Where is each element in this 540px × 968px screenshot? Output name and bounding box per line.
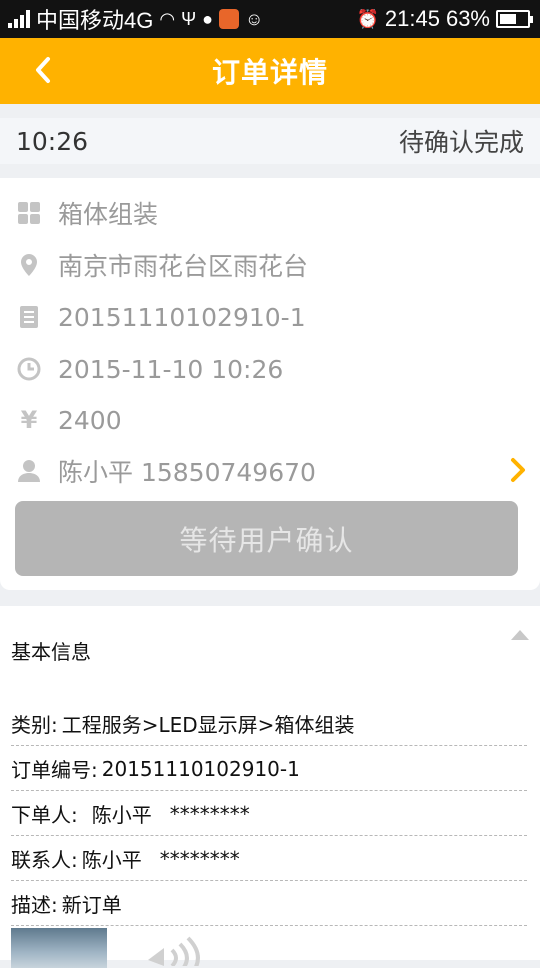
clock-icon — [16, 356, 42, 382]
info-label: 订单编号: — [11, 758, 98, 782]
status-bar: 中国移动4G ◠ Ψ ● ☺ ⏰ 21:45 63% — [0, 0, 540, 38]
app-notification-icon — [219, 9, 239, 29]
contact-row[interactable]: 陈小平 15850749670 — [0, 451, 540, 491]
info-value: 陈小平 — [91, 803, 152, 827]
info-row-description: 描述: 新订单 — [11, 882, 527, 926]
grid-icon — [16, 200, 42, 226]
collapse-arrow-icon[interactable] — [510, 628, 530, 642]
info-row-order-number: 订单编号: 20151110102910-1 — [11, 747, 527, 791]
order-number-text: 20151110102910-1 — [58, 302, 306, 332]
location-pin-icon — [16, 252, 42, 278]
datetime-row: 2015-11-10 10:26 — [0, 349, 540, 389]
address-text: 南京市雨花台区雨花台 — [58, 252, 309, 281]
status-bar-left: 中国移动4G ◠ Ψ ● ☺ — [8, 3, 263, 35]
info-row-contact: 联系人: 陈小平 ******** — [11, 837, 527, 881]
category-text: 箱体组装 — [58, 200, 159, 229]
info-value: 20151110102910-1 — [101, 756, 300, 781]
info-value: 陈小平 — [81, 848, 142, 872]
signal-icon — [8, 10, 30, 28]
address-row: 南京市雨花台区雨花台 — [0, 245, 540, 285]
info-label: 联系人: — [11, 848, 78, 872]
battery-percent: 63% — [445, 6, 490, 31]
battery-icon — [496, 10, 533, 28]
alarm-icon: ⏰ — [356, 9, 379, 29]
order-summary-card: 箱体组装 南京市雨花台区雨花台 20151110102910-1 2015-11… — [0, 178, 540, 590]
info-label: 描述: — [11, 893, 58, 917]
carrier-label: 中国移动4G — [36, 8, 154, 33]
info-label: 类别: — [11, 713, 58, 737]
category-row: 箱体组装 — [0, 193, 540, 233]
order-status: 待确认完成 — [398, 128, 524, 157]
info-row-orderer: 下单人: 陈小平 ******** — [11, 792, 527, 836]
info-value: 新订单 — [61, 893, 122, 917]
title-bar: 订单详情 — [0, 38, 540, 104]
info-masked-phone[interactable]: ******** — [160, 847, 240, 871]
price-row: ¥ 2400 — [0, 400, 540, 440]
attachment-image[interactable] — [11, 928, 107, 968]
order-status-strip: 10:26 待确认完成 — [0, 118, 540, 164]
document-icon — [16, 304, 42, 330]
price-text: 2400 — [58, 405, 122, 435]
clock: 21:45 — [384, 6, 440, 31]
order-time: 10:26 — [16, 126, 89, 156]
voice-message-icon[interactable] — [128, 936, 208, 966]
contact-text: 陈小平 15850749670 — [58, 458, 316, 487]
chat-icon: ☺ — [245, 9, 264, 29]
info-row-category: 类别: 工程服务>LED显示屏>箱体组装 — [11, 702, 527, 746]
person-icon — [16, 458, 42, 484]
info-label: 下单人: — [11, 803, 78, 827]
status-bar-right: ⏰ 21:45 63% — [356, 6, 533, 32]
datetime-text: 2015-11-10 10:26 — [58, 354, 284, 384]
basic-info-title: 基本信息 — [11, 640, 91, 664]
back-button[interactable] — [28, 52, 58, 88]
usb-icon: Ψ — [181, 9, 197, 29]
chevron-right-icon[interactable] — [510, 457, 526, 483]
order-number-row: 20151110102910-1 — [0, 297, 540, 337]
yen-icon: ¥ — [20, 406, 38, 434]
info-masked-phone[interactable]: ******** — [170, 802, 250, 826]
wifi-icon: ◠ — [159, 9, 176, 29]
cat-icon: ● — [202, 9, 213, 29]
page-title: 订单详情 — [211, 56, 328, 89]
info-value: 工程服务>LED显示屏>箱体组装 — [61, 713, 355, 737]
basic-info-section: 基本信息 类别: 工程服务>LED显示屏>箱体组装 订单编号: 20151110… — [0, 606, 540, 968]
chevron-left-icon — [36, 57, 50, 83]
waiting-user-confirm-button[interactable]: 等待用户确认 — [15, 501, 518, 576]
